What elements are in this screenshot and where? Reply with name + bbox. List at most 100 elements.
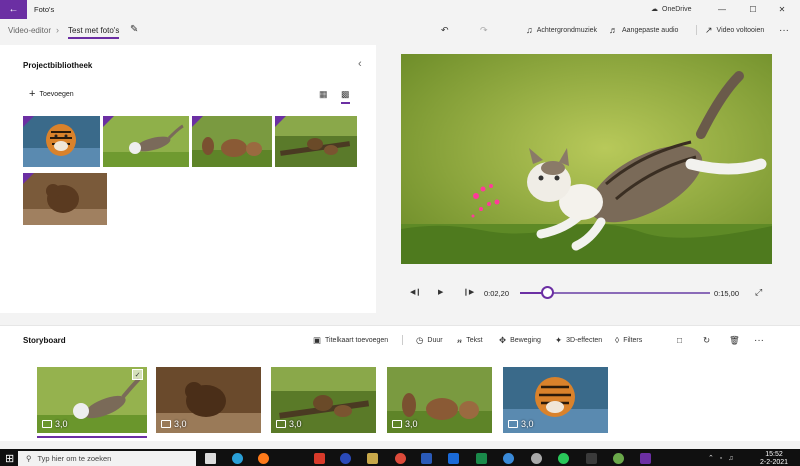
undo-icon: ↶ <box>441 25 449 35</box>
storyboard-clip[interactable]: 3,0 <box>503 367 608 433</box>
clip-duration: 3,0 <box>508 419 534 429</box>
clock-icon: ◷ <box>416 335 424 345</box>
storyboard-more-button[interactable]: ··· <box>754 335 764 346</box>
app-icon-red[interactable] <box>314 453 325 464</box>
taskbar-search-input[interactable]: ⚲ Typ hier om te zoeken <box>18 451 196 466</box>
app-icon-blue[interactable] <box>340 453 351 464</box>
breadcrumb-current[interactable]: Test met foto's <box>68 26 120 39</box>
library-item-kitten[interactable] <box>103 116 189 167</box>
storyboard-title: Storyboard <box>23 336 66 345</box>
task-view-icon[interactable] <box>205 453 216 464</box>
text-button[interactable]: 𝓃 Tekst <box>457 335 483 346</box>
duration-button[interactable]: ◷ Duur <box>416 335 443 346</box>
plus-icon: + <box>29 88 36 100</box>
video-preview[interactable] <box>401 54 772 264</box>
finish-video-button[interactable]: ↗ Video voltooien <box>705 25 764 36</box>
scrub-handle[interactable] <box>541 286 554 299</box>
image-icon <box>161 420 171 428</box>
library-item-tiger[interactable] <box>23 116 100 167</box>
back-button[interactable]: ← <box>0 0 27 19</box>
word-icon[interactable] <box>421 453 432 464</box>
windows-start-icon[interactable]: ⊞ <box>5 452 14 465</box>
mail-icon[interactable] <box>448 453 459 464</box>
store-icon[interactable] <box>367 453 378 464</box>
background-music-button[interactable]: ♫ Achtergrondmuziek <box>526 25 597 35</box>
excel-icon[interactable] <box>476 453 487 464</box>
breadcrumb-root[interactable]: Video-editor <box>8 26 51 35</box>
add-title-card-button[interactable]: ▣ Titelkaart toevoegen <box>313 335 388 346</box>
chrome-icon[interactable] <box>395 453 406 464</box>
kitten-preview-image <box>401 54 772 264</box>
resize-button[interactable]: □ <box>677 335 682 345</box>
in-use-marker <box>192 116 203 127</box>
close-button[interactable]: ✕ <box>775 3 789 15</box>
storyboard-divider <box>402 335 403 345</box>
toolbar-divider <box>696 25 697 35</box>
title-card-icon: ▣ <box>313 335 322 345</box>
storyboard-clip[interactable]: 3,0 <box>37 367 147 433</box>
export-icon: ↗ <box>705 25 713 35</box>
onedrive-status[interactable]: ☁ OneDrive <box>651 5 692 14</box>
minimize-button[interactable]: — <box>715 3 729 15</box>
maximize-button[interactable]: ☐ <box>746 3 760 15</box>
bears-meadow-photo <box>192 116 272 167</box>
resize-icon: □ <box>677 335 683 345</box>
library-item-bears-meadow[interactable] <box>192 116 272 167</box>
clip-duration: 3,0 <box>276 419 302 429</box>
add-media-button[interactable]: + Toevoegen <box>29 88 74 100</box>
library-item-bears-logs[interactable] <box>275 116 357 167</box>
kitten-photo <box>103 116 189 167</box>
app-icon-globe[interactable] <box>503 453 514 464</box>
storyboard-clip[interactable]: 3,0 <box>271 367 376 433</box>
clip-select-checkbox[interactable]: ✓ <box>132 369 143 380</box>
play-button[interactable]: ▶ <box>438 288 443 296</box>
library-item-bear-river[interactable] <box>23 173 107 225</box>
clip-duration: 3,0 <box>161 419 187 429</box>
app-icon-green[interactable] <box>613 453 624 464</box>
firefox-icon[interactable] <box>258 453 269 464</box>
small-grid-view-icon[interactable]: ▩ <box>341 89 350 104</box>
bears-logs-photo <box>275 116 357 167</box>
photos-app-icon[interactable] <box>640 453 651 464</box>
library-title: Projectbibliotheek <box>23 61 93 70</box>
storyboard-clip[interactable]: 3,0 <box>156 367 261 433</box>
3d-effects-icon: ✦ <box>555 335 563 345</box>
edge-browser-icon[interactable] <box>232 453 243 464</box>
delete-button[interactable]: 🗑 <box>729 335 740 346</box>
search-icon: ⚲ <box>26 454 32 463</box>
collapse-chevron-icon[interactable]: ‹ <box>358 58 362 70</box>
in-use-marker <box>23 116 34 127</box>
in-use-marker <box>275 116 286 127</box>
rotate-button[interactable]: ↻ <box>703 335 710 346</box>
app-icon-dark[interactable] <box>586 453 597 464</box>
next-frame-button[interactable]: ❙▶ <box>463 288 474 296</box>
system-tray[interactable]: ⌃ ▫ ♫ <box>708 454 736 462</box>
image-icon <box>392 420 402 428</box>
skip-forward-icon: ❙▶ <box>463 289 475 296</box>
pencil-icon[interactable]: ✎ <box>130 24 138 35</box>
whatsapp-icon[interactable] <box>558 453 569 464</box>
taskbar-clock[interactable]: 15:52 2-2-2021 <box>760 451 788 466</box>
play-icon: ▶ <box>438 289 444 296</box>
expand-icon[interactable]: ⤢ <box>755 287 762 298</box>
large-grid-view-icon[interactable]: ▦ <box>319 89 328 100</box>
app-title: Foto's <box>34 5 55 14</box>
image-icon <box>276 420 286 428</box>
motion-button[interactable]: ✥ Beweging <box>499 335 541 346</box>
motion-icon: ✥ <box>499 335 507 345</box>
storyboard-clip[interactable]: 3,0 <box>387 367 492 433</box>
redo-button[interactable]: ↷ <box>480 25 488 36</box>
undo-button[interactable]: ↶ <box>441 25 449 36</box>
previous-frame-button[interactable]: ◀❙ <box>410 288 421 296</box>
in-use-marker <box>23 173 34 184</box>
more-options-button[interactable]: ··· <box>779 25 789 36</box>
filters-button[interactable]: ◊ Filters <box>615 335 642 345</box>
trash-icon: 🗑 <box>729 335 740 345</box>
3d-effects-button[interactable]: ✦ 3D-effecten <box>555 335 602 346</box>
app-icon-gray[interactable] <box>531 453 542 464</box>
clip-duration: 3,0 <box>42 419 68 429</box>
image-icon <box>508 420 518 428</box>
total-time: 0:15,00 <box>714 289 740 298</box>
cloud-icon: ☁ <box>651 6 658 13</box>
custom-audio-button[interactable]: ♬ Aangepaste audio <box>609 25 678 35</box>
